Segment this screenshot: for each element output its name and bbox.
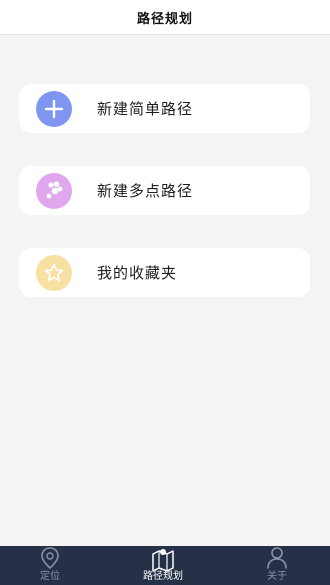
new-multipoint-route-button[interactable]: 新建多点路径 [19,166,310,215]
tab-route-planning[interactable]: 路径规划 [123,546,203,585]
new-simple-route-button[interactable]: 新建简单路径 [19,84,310,133]
user-icon [267,547,287,569]
route-planning-screen: 路径规划 新建简单路径 新建多点路径 我的收藏夹 定位 路径规划 关于 [0,0,330,585]
star-icon [36,255,72,291]
my-favorites-label: 我的收藏夹 [97,264,178,282]
tab-about[interactable]: 关于 [237,546,317,585]
tab-route-planning-label: 路径规划 [143,571,183,582]
new-multipoint-route-label: 新建多点路径 [97,182,194,200]
page-title: 路径规划 [136,11,193,27]
paw-icon [36,173,72,209]
new-simple-route-label: 新建简单路径 [97,100,194,118]
bottom-tab-bar: 定位 路径规划 关于 [0,546,330,585]
route-map-icon [152,549,174,572]
my-favorites-button[interactable]: 我的收藏夹 [19,248,310,297]
tab-location[interactable]: 定位 [10,546,90,585]
tab-location-label: 定位 [40,571,60,582]
navigation-bar: 路径规划 [0,0,330,35]
location-pin-icon [41,547,59,570]
tab-about-label: 关于 [267,571,287,582]
plus-icon [36,91,72,127]
